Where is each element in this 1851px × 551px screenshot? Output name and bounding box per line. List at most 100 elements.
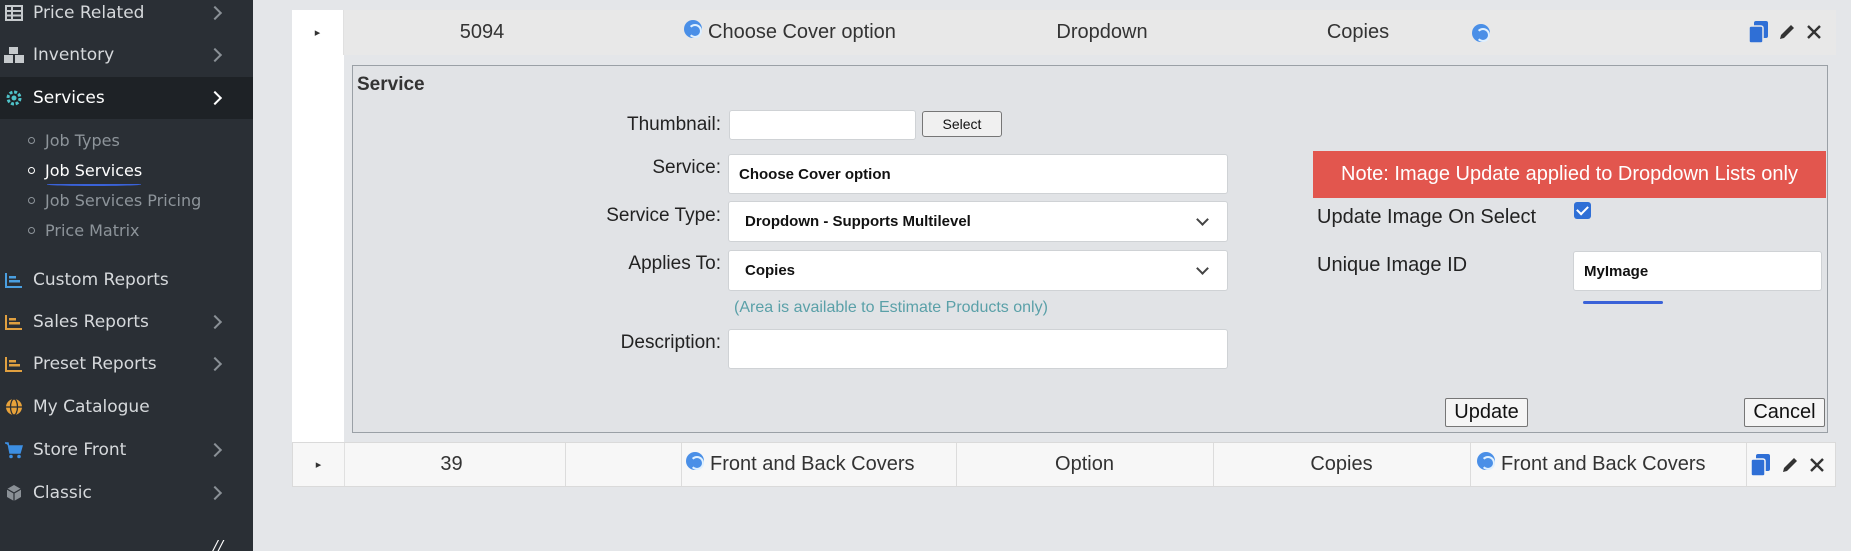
globe-icon bbox=[686, 451, 704, 470]
globe-icon bbox=[684, 19, 702, 38]
sidebar-item-inventory[interactable]: Inventory bbox=[0, 34, 253, 76]
service-edit-panel: Service Thumbnail: Select Service: Choos… bbox=[352, 65, 1828, 433]
bullet-icon bbox=[28, 167, 35, 174]
sidebar-subitem-label: Job Services bbox=[45, 160, 143, 180]
table-row: ▸ 39 Front and Back Covers Option Copies… bbox=[292, 442, 1836, 487]
sidebar-item-my-catalogue[interactable]: My Catalogue bbox=[0, 386, 253, 428]
sidebar-item-label: My Catalogue bbox=[33, 397, 150, 417]
chevron-right-icon bbox=[207, 47, 223, 63]
update-image-label: Update Image On Select bbox=[1317, 206, 1537, 228]
sidebar-item-price-related[interactable]: Price Related bbox=[0, 0, 253, 34]
sidebar-subitem-label: Job Types bbox=[45, 130, 120, 150]
applies-to-value: Copies bbox=[745, 262, 796, 279]
close-icon[interactable] bbox=[1802, 20, 1826, 44]
copy-icon[interactable] bbox=[1749, 453, 1773, 477]
edit-icon[interactable] bbox=[1775, 20, 1799, 44]
sidebar-subitem-job-services[interactable]: Job Services bbox=[0, 155, 253, 185]
bullet-icon bbox=[28, 197, 35, 204]
bar-chart-icon bbox=[3, 353, 25, 375]
cube-icon bbox=[3, 482, 25, 504]
image-update-note: Note: Image Update applied to Dropdown L… bbox=[1313, 151, 1826, 198]
globe-icon bbox=[1477, 451, 1495, 470]
sidebar-item-preset-reports[interactable]: Preset Reports bbox=[0, 343, 253, 385]
row-type: Option bbox=[956, 443, 1212, 486]
edit-icon[interactable] bbox=[1778, 453, 1802, 477]
globe-icon bbox=[1472, 23, 1490, 42]
row-id: 5094 bbox=[459, 21, 505, 43]
bullet-icon bbox=[28, 227, 35, 234]
row-image-label: Front and Back Covers bbox=[1501, 453, 1706, 475]
gear-icon bbox=[3, 87, 25, 109]
service-type-value: Dropdown - Supports Multilevel bbox=[745, 213, 971, 230]
sidebar-item-label: Store Front bbox=[33, 440, 127, 460]
sidebar-item-label: Sales Reports bbox=[33, 312, 149, 332]
sidebar-subitem-label: Price Matrix bbox=[45, 220, 140, 240]
chevron-right-icon bbox=[207, 90, 223, 106]
select-thumbnail-button[interactable]: Select bbox=[922, 111, 1002, 137]
chevron-right-icon bbox=[207, 356, 223, 372]
row-service: Choose Cover option bbox=[684, 10, 924, 55]
bullet-icon bbox=[28, 137, 35, 144]
globe-icon bbox=[3, 396, 25, 418]
sidebar-subitem-job-types[interactable]: Job Types bbox=[0, 125, 253, 155]
close-icon[interactable] bbox=[1805, 453, 1829, 477]
sidebar-subitem-price-matrix[interactable]: Price Matrix bbox=[0, 215, 253, 245]
row-applies-to: Copies bbox=[1326, 21, 1390, 43]
sidebar-item-sales-reports[interactable]: Sales Reports bbox=[0, 301, 253, 343]
applies-to-select[interactable]: Copies bbox=[728, 250, 1228, 291]
sidebar: Price Related Inventory Services Job Typ… bbox=[0, 0, 253, 551]
sidebar-subitem-label: Job Services Pricing bbox=[45, 190, 202, 210]
chevron-right-icon bbox=[207, 314, 223, 330]
row-expander-strip bbox=[292, 55, 344, 442]
update-button[interactable]: Update bbox=[1445, 398, 1528, 427]
sidebar-item-label: Services bbox=[33, 88, 105, 108]
sidebar-item-label: Custom Reports bbox=[33, 270, 169, 290]
sidebar-subitem-job-services-pricing[interactable]: Job Services Pricing bbox=[0, 185, 253, 215]
row-service-label: Front and Back Covers bbox=[710, 453, 915, 475]
chevron-down-icon bbox=[1196, 213, 1209, 226]
service-input[interactable]: Choose Cover option bbox=[728, 154, 1228, 194]
row-col2 bbox=[565, 443, 679, 486]
bar-chart-icon bbox=[3, 311, 25, 333]
copy-icon[interactable] bbox=[1747, 20, 1771, 44]
unique-image-id-label: Unique Image ID bbox=[1317, 254, 1468, 276]
update-image-checkbox[interactable] bbox=[1574, 202, 1591, 219]
description-label: Description: bbox=[620, 332, 721, 353]
description-input[interactable] bbox=[728, 329, 1228, 369]
unique-image-id-input[interactable]: MyImage bbox=[1573, 251, 1822, 291]
sidebar-item-custom-reports[interactable]: Custom Reports bbox=[0, 259, 253, 301]
boxes-icon bbox=[3, 44, 25, 66]
sidebar-item-label: Price Related bbox=[33, 3, 145, 23]
row-id: 39 bbox=[440, 453, 463, 475]
sidebar-item-classic[interactable]: Classic bbox=[0, 472, 253, 514]
table-row: ▸ 5094 Choose Cover option Dropdown Copi… bbox=[292, 10, 1836, 55]
row-service-label: Choose Cover option bbox=[708, 21, 896, 43]
table-icon bbox=[3, 2, 25, 24]
sidebar-item-store-front[interactable]: Store Front bbox=[0, 429, 253, 471]
expand-row-icon[interactable]: ▸ bbox=[293, 443, 345, 486]
row-service: Front and Back Covers bbox=[681, 443, 949, 486]
area-hint: (Area is available to Estimate Products … bbox=[734, 299, 1048, 316]
row-type: Dropdown bbox=[1056, 21, 1148, 43]
chevron-right-icon bbox=[207, 5, 223, 21]
annotation-underline bbox=[1583, 301, 1663, 304]
collapse-sidebar-icon[interactable]: ╱╱ bbox=[210, 540, 224, 551]
row-image: Front and Back Covers bbox=[1470, 443, 1746, 486]
chevron-right-icon bbox=[207, 442, 223, 458]
sidebar-item-services[interactable]: Services bbox=[0, 77, 253, 119]
chevron-down-icon bbox=[1196, 262, 1209, 275]
collapse-row-icon[interactable]: ▸ bbox=[292, 10, 344, 55]
chevron-right-icon bbox=[207, 485, 223, 501]
row-image bbox=[1472, 10, 1672, 55]
bar-chart-icon bbox=[3, 269, 25, 291]
applies-to-label: Applies To: bbox=[628, 253, 721, 274]
row-applies-to: Copies bbox=[1213, 443, 1469, 486]
service-label: Service: bbox=[652, 157, 721, 178]
cancel-button[interactable]: Cancel bbox=[1744, 398, 1825, 427]
sidebar-item-label: Inventory bbox=[33, 45, 115, 65]
thumbnail-label: Thumbnail: bbox=[627, 114, 721, 135]
cart-icon bbox=[3, 439, 25, 461]
thumbnail-input[interactable] bbox=[729, 110, 916, 140]
sidebar-item-label: Classic bbox=[33, 483, 92, 503]
service-type-select[interactable]: Dropdown - Supports Multilevel bbox=[728, 201, 1228, 242]
